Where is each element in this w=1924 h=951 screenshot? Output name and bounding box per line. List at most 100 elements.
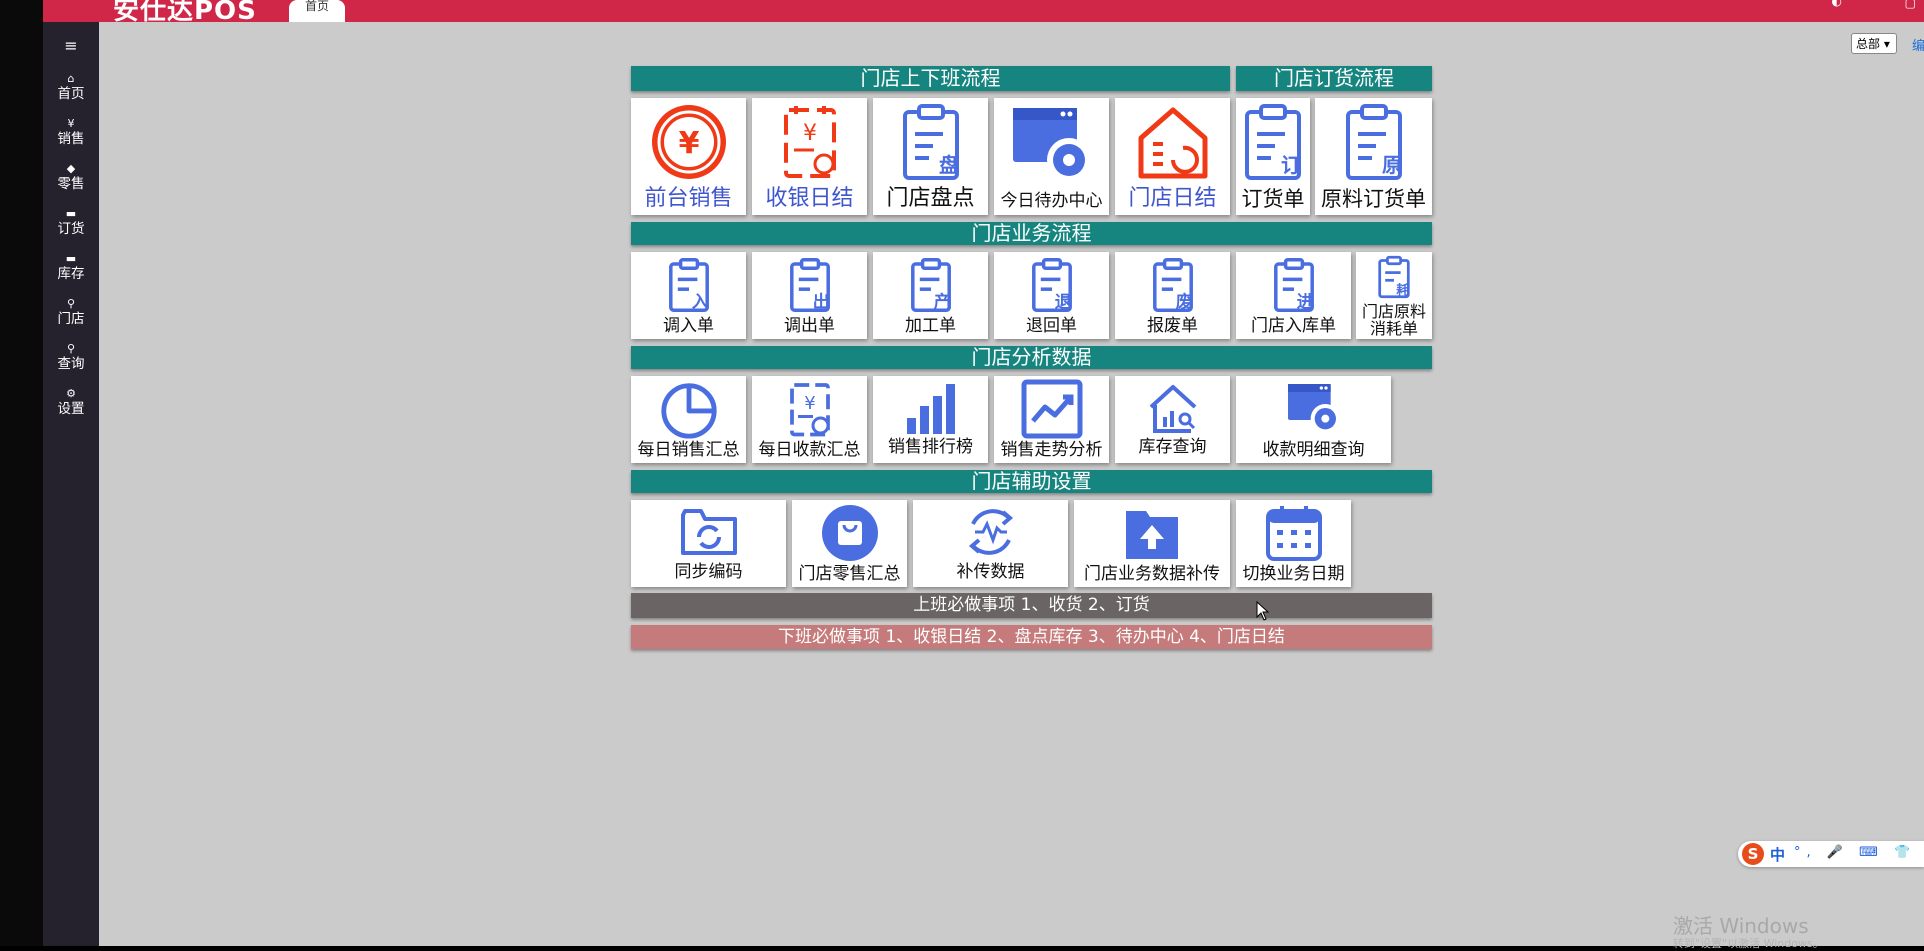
hao-badge: 耗	[1396, 282, 1410, 299]
screen-left-border	[0, 0, 43, 946]
search-icon: ⚲	[66, 342, 76, 355]
section-analysis-header: 门店分析数据	[631, 346, 1432, 369]
sidebar-item-home[interactable]: ⌂ 首页	[43, 72, 99, 102]
refresh-wave-icon	[968, 509, 1013, 555]
section-order-header: 门店订货流程	[1236, 66, 1432, 91]
sidebar-item-store[interactable]: ⚲ 门店	[43, 297, 99, 327]
clipboard-material-icon: 原	[1345, 104, 1402, 180]
ime-tools[interactable]: °, 🎤 ⌨ 👕 🎮 ⋮⋮	[1794, 845, 1924, 860]
trend-chart-icon	[1021, 379, 1082, 439]
svg-text:¥: ¥	[803, 121, 817, 146]
sidebar-item-inventory[interactable]: ▬ 库存	[43, 252, 99, 282]
tile-payment-detail-query[interactable]: 收款明细查询	[1236, 376, 1391, 463]
tile-label: 补传数据	[956, 562, 1025, 583]
sidebar-item-query[interactable]: ⚲ 查询	[43, 342, 99, 372]
tile-cashier-close[interactable]: ¥ 收银日结	[752, 98, 867, 215]
jin-badge: 进	[1296, 291, 1313, 311]
hamburger-icon[interactable]: ≡	[43, 36, 99, 55]
department-select-value: 总部	[1856, 37, 1881, 51]
tile-daily-payment-summary[interactable]: ¥ 每日收款汇总	[752, 376, 867, 463]
window-icon[interactable]: ▢	[1905, 0, 1916, 10]
tile-sales-ranking[interactable]: 销售排行榜	[873, 376, 988, 463]
window-gear-icon	[1287, 384, 1340, 434]
tile-store-daily-close[interactable]: 门店日结	[1115, 98, 1230, 215]
tile-label: 每日收款汇总	[758, 440, 861, 461]
edit-link[interactable]: 编	[1912, 35, 1924, 54]
tile-label: 订货单	[1241, 186, 1305, 211]
tile-label: 库存查询	[1138, 437, 1207, 458]
tab-home[interactable]: 首页	[289, 0, 345, 22]
section-shift-header: 门店上下班流程	[631, 66, 1230, 91]
tile-sales-trend[interactable]: 销售走势分析	[994, 376, 1109, 463]
window-gear-icon	[1012, 108, 1091, 182]
tile-inventory-query[interactable]: 库存查询	[1115, 376, 1230, 463]
sogou-logo-icon: S	[1742, 843, 1764, 865]
yen-coin-icon: ¥	[651, 105, 726, 179]
ime-mode[interactable]: 中	[1770, 844, 1785, 865]
house-refresh-icon	[1138, 107, 1207, 179]
sidebar-item-label: 订货	[57, 221, 85, 237]
folder-sync-icon	[680, 509, 737, 555]
sidebar-item-retail[interactable]: ◆ 零售	[43, 162, 99, 192]
tile-front-sales[interactable]: ¥ 前台销售	[631, 98, 746, 215]
tile-label: 调出单	[784, 316, 835, 337]
tile-label: 门店业务数据补传	[1084, 564, 1220, 585]
clipboard-scrap-icon: 废	[1152, 258, 1193, 312]
sidebar-item-settings[interactable]: ⚙ 设置	[43, 387, 99, 417]
tile-store-inbound[interactable]: 进 门店入库单	[1236, 252, 1351, 339]
sidebar-item-label: 门店	[57, 311, 85, 327]
bar-chart-icon	[906, 384, 955, 434]
tile-return[interactable]: 退 退回单	[994, 252, 1109, 339]
chu-badge: 出	[812, 291, 829, 311]
tile-label: 加工单	[905, 316, 956, 337]
tile-transfer-in[interactable]: 入 调入单	[631, 252, 746, 339]
user-icon[interactable]: ◐	[1832, 0, 1842, 8]
sidebar-item-sales[interactable]: ¥ 销售	[43, 117, 99, 147]
tile-material-order[interactable]: 原 原料订货单	[1315, 98, 1432, 215]
offduty-notice: 下班必做事项 1、收银日结 2、盘点库存 3、待办中心 4、门店日结	[631, 625, 1432, 649]
tile-resend-data[interactable]: 补传数据	[913, 500, 1068, 587]
tile-store-stocktake[interactable]: 盘 门店盘点	[873, 98, 988, 215]
clipboard-consume-icon: 耗	[1378, 255, 1410, 299]
tile-scrap[interactable]: 废 报废单	[1115, 252, 1230, 339]
tile-daily-sales-summary[interactable]: 每日销售汇总	[631, 376, 746, 463]
tile-label: 门店入库单	[1251, 316, 1336, 337]
sidebar-item-label: 零售	[57, 176, 85, 192]
archive-icon: ▬	[65, 252, 77, 265]
clipboard-out-icon: 出	[789, 258, 830, 312]
receipt-clock-icon: ¥	[783, 106, 836, 178]
calendar-icon	[1265, 506, 1322, 561]
tile-order-form[interactable]: 订 订货单	[1236, 98, 1310, 215]
ime-toolbar[interactable]: S 中 °, 🎤 ⌨ 👕 🎮 ⋮⋮	[1738, 841, 1924, 867]
tile-switch-business-date[interactable]: 切换业务日期	[1236, 500, 1351, 587]
tile-transfer-out[interactable]: 出 调出单	[752, 252, 867, 339]
tile-sync-codes[interactable]: 同步编码	[631, 500, 786, 587]
department-select[interactable]: 总部 ▾	[1851, 33, 1897, 54]
section-assist-header: 门店辅助设置	[631, 470, 1432, 493]
tile-todo-center[interactable]: 今日待办中心	[994, 98, 1109, 215]
tile-label: 调入单	[663, 316, 714, 337]
tile-label: 退回单	[1026, 316, 1077, 337]
tag-icon: ◆	[66, 162, 76, 175]
tile-business-data-resend[interactable]: 门店业务数据补传	[1074, 500, 1230, 587]
windows-activation-hint: 转到"设置"以激活 Windows。	[1673, 937, 1824, 950]
clipboard-in-icon: 入	[668, 258, 709, 312]
tile-label: 今日待办中心	[1000, 191, 1103, 212]
tile-retail-summary[interactable]: 门店零售汇总	[792, 500, 907, 587]
yuan-badge: 原	[1382, 153, 1402, 177]
tile-material-consumption[interactable]: 耗 门店原料 消耗单	[1356, 252, 1432, 339]
sidebar-item-label: 设置	[57, 401, 85, 417]
chan-badge: 产	[933, 291, 950, 311]
clipboard-order-icon: 订	[1245, 104, 1301, 180]
sidebar-item-order[interactable]: ▬ 订货	[43, 207, 99, 237]
tile-label: 销售排行榜	[888, 437, 973, 458]
mouse-cursor-icon	[1256, 601, 1270, 621]
gear-icon: ⚙	[66, 387, 76, 400]
house-search-icon	[1149, 385, 1196, 433]
box-icon: ▬	[65, 207, 77, 220]
home-icon: ⌂	[67, 72, 75, 85]
tile-processing[interactable]: 产 加工单	[873, 252, 988, 339]
tile-label: 前台销售	[644, 185, 733, 211]
svg-text:¥: ¥	[804, 393, 815, 414]
pan-badge: 盘	[939, 153, 959, 177]
